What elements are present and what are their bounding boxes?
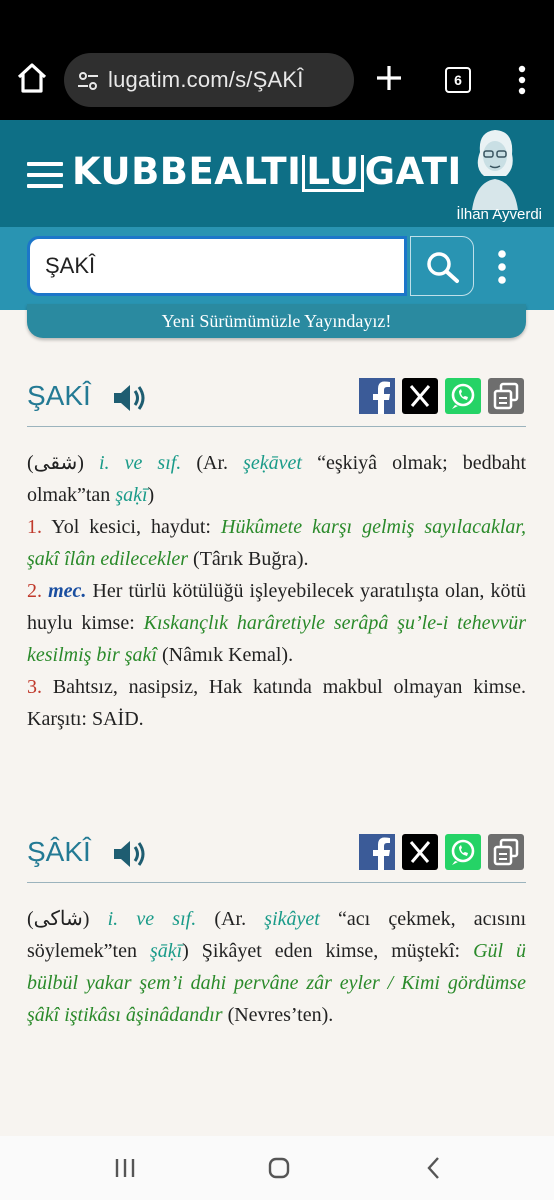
sense: 3. Bahtsız, nasipsiz, Hak katında makbul… xyxy=(27,671,526,735)
person-name: İlhan Ayverdi xyxy=(456,206,542,223)
part-of-speech[interactable]: i. ve sıf. xyxy=(99,452,181,474)
etymology-root-link[interactable]: şikâyet xyxy=(264,908,320,930)
facebook-icon[interactable] xyxy=(359,834,395,870)
browser-toolbar: lugatim.com/s/ŞAKÎ 6 xyxy=(0,0,554,120)
back-icon[interactable] xyxy=(426,1156,440,1180)
home-icon[interactable] xyxy=(14,60,50,96)
site-logo[interactable]: KUBBEALTI LU GATI xyxy=(72,150,462,193)
headword: ŞÂKÎ xyxy=(27,836,91,867)
whatsapp-icon[interactable] xyxy=(445,834,481,870)
system-nav-bar xyxy=(0,1136,554,1200)
etymology-word-link[interactable]: şāḳī xyxy=(150,940,182,962)
etymology-word-link[interactable]: şaḳī xyxy=(115,484,147,506)
sense-text: Yol kesici, haydut: xyxy=(51,516,211,538)
sense: 2. mec. Her türlü kötülüğü işleyebilecek… xyxy=(27,575,526,671)
sense-number: 1. xyxy=(27,516,42,538)
sense-text: Bahtsız, nasipsiz, Hak katında makbul ol… xyxy=(27,676,526,730)
definition: (شاكى) i. ve sıf. (Ar. şikâyet “acı çekm… xyxy=(27,903,526,1031)
example-source: (Nâmık Kemal). xyxy=(162,644,294,666)
entry-body: (شقى) i. ve sıf. (Ar. şeḳāvet “eşkiyâ ol… xyxy=(27,427,526,735)
whatsapp-icon[interactable] xyxy=(445,378,481,414)
copy-icon[interactable] xyxy=(488,378,524,414)
site-header: KUBBEALTI LU GATI İlhan Ayverdi xyxy=(0,120,554,227)
sense: 1. Yol kesici, haydut: Hükûmete karşı ge… xyxy=(27,511,526,575)
dictionary-entry: ŞAKÎ (شقى) i. ve sıf. (Ar. şeḳāvet “eşki… xyxy=(27,372,526,735)
entry-body: (شاكى) i. ve sıf. (Ar. şikâyet “acı çekm… xyxy=(27,883,526,1031)
speaker-icon[interactable] xyxy=(111,838,147,870)
hamburger-menu-icon[interactable] xyxy=(27,162,63,188)
etymology-close: ) xyxy=(182,940,189,962)
plus-icon[interactable] xyxy=(374,63,404,93)
announcement-banner[interactable]: Yeni Sürümümüzle Yayındayız! xyxy=(27,304,526,338)
facebook-icon[interactable] xyxy=(359,378,395,414)
search-bar xyxy=(0,227,554,310)
sense-text: Şikâyet eden kimse, müştekî: xyxy=(201,940,461,962)
headword: ŞAKÎ xyxy=(27,380,91,411)
speaker-icon[interactable] xyxy=(111,382,147,414)
example-source: (Târık Buğra). xyxy=(193,548,309,570)
dictionary-entry: ŞÂKÎ (شاكى) i. ve sıf. (Ar. şikâyet “acı… xyxy=(27,828,526,1031)
more-vert-icon[interactable] xyxy=(512,64,532,96)
etymology: (شقى) i. ve sıf. (Ar. şeḳāvet “eşkiyâ ol… xyxy=(27,447,526,511)
recents-icon[interactable] xyxy=(114,1158,136,1178)
arabic-spelling: (شاكى) xyxy=(27,908,90,930)
usage-label[interactable]: mec. xyxy=(48,580,86,602)
search-button[interactable] xyxy=(410,236,474,296)
home-nav-icon[interactable] xyxy=(268,1157,290,1179)
options-menu-icon[interactable] xyxy=(492,249,512,285)
sense-number: 3. xyxy=(27,676,42,698)
etymology-root-link[interactable]: şeḳāvet xyxy=(243,452,302,474)
entry-header: ŞÂKÎ xyxy=(27,828,526,883)
etymology-prefix: (Ar. xyxy=(214,908,247,930)
search-icon xyxy=(427,252,459,283)
sense-number: 2. xyxy=(27,580,42,602)
etymology-prefix: (Ar. xyxy=(196,452,229,474)
part-of-speech[interactable]: i. ve sıf. xyxy=(108,908,197,930)
address-bar[interactable]: lugatim.com/s/ŞAKÎ xyxy=(64,53,354,107)
tune-icon[interactable] xyxy=(76,69,100,93)
arabic-spelling: (شقى) xyxy=(27,452,84,474)
example-source: (Nevres’ten). xyxy=(227,1004,334,1026)
search-input[interactable] xyxy=(27,236,407,296)
entry-header: ŞAKÎ xyxy=(27,372,526,427)
portrait-image xyxy=(472,130,518,210)
copy-icon[interactable] xyxy=(488,834,524,870)
x-icon[interactable] xyxy=(402,834,438,870)
tabs-button[interactable]: 6 xyxy=(445,67,471,93)
url-text[interactable]: lugatim.com/s/ŞAKÎ xyxy=(108,67,304,93)
etymology-close: ) xyxy=(147,484,155,506)
x-icon[interactable] xyxy=(402,378,438,414)
